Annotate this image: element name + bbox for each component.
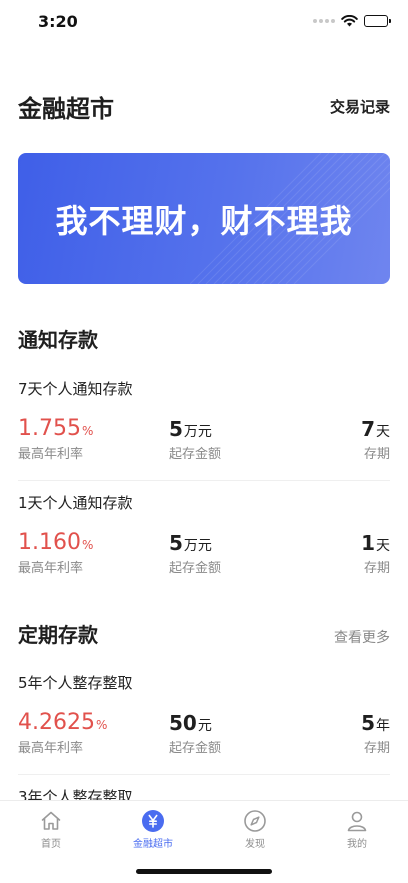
rate-unit: % (81, 538, 94, 552)
amount-value: 50 (169, 711, 197, 735)
amount-label: 起存金额 (169, 561, 222, 576)
term-metric: 5年 存期 (361, 711, 390, 756)
product-card[interactable]: 7天个人通知存款 1.755% 最高年利率 5万元 起存金额 7天 存期 (18, 378, 390, 467)
person-icon (347, 811, 367, 832)
amount-label: 起存金额 (169, 447, 222, 462)
term-unit: 天 (376, 538, 390, 554)
tab-label: 我的 (347, 839, 367, 850)
product-name: 5年个人整存整取 (18, 674, 133, 692)
rate-value: 1.755 (18, 416, 81, 441)
term-unit: 天 (376, 424, 390, 440)
product-card[interactable]: 5年个人整存整取 4.2625% 最高年利率 50元 起存金额 5年 存期 (18, 672, 390, 761)
divider (18, 774, 390, 775)
home-indicator (136, 869, 272, 874)
rate-label: 最高年利率 (18, 741, 84, 756)
rate-metric: 4.2625% 最高年利率 (18, 710, 108, 757)
rate-unit: % (95, 718, 108, 732)
product-metrics: 1.755% 最高年利率 5万元 起存金额 7天 存期 (18, 417, 390, 467)
rate-value: 4.2625 (18, 710, 95, 735)
tab-finance-market[interactable]: 金融超市 (113, 809, 193, 850)
amount-value: 5 (169, 417, 183, 441)
signal-icon (313, 19, 335, 23)
rate-unit: % (81, 424, 94, 438)
term-metric: 7天 存期 (361, 417, 390, 462)
section-title-notice-deposit: 通知存款 (18, 328, 98, 352)
banner-slogan: 我不理财，财不理我 (55, 201, 353, 240)
tab-label: 首页 (41, 839, 61, 850)
amount-unit: 元 (197, 718, 212, 734)
rate-value: 1.160 (18, 530, 81, 555)
term-label: 存期 (363, 447, 390, 462)
term-metric: 1天 存期 (361, 531, 390, 576)
amount-value: 5 (169, 531, 183, 555)
status-time: 3:20 (38, 12, 78, 31)
rate-metric: 1.160% 最高年利率 (18, 530, 94, 577)
term-value: 7 (361, 417, 375, 441)
tab-label: 金融超市 (133, 839, 173, 850)
see-more-link[interactable]: 查看更多 (334, 627, 390, 647)
term-label: 存期 (363, 741, 390, 756)
page-title: 金融超市 (18, 94, 114, 123)
status-bar: 3:20 (0, 0, 408, 46)
transaction-history-link[interactable]: 交易记录 (330, 96, 390, 117)
min-amount-metric: 5万元 起存金额 (169, 531, 221, 576)
rate-label: 最高年利率 (18, 561, 84, 576)
min-amount-metric: 50元 起存金额 (169, 711, 221, 756)
product-name: 1天个人通知存款 (18, 494, 133, 512)
home-icon (41, 811, 61, 830)
tab-label: 发现 (245, 839, 265, 850)
tab-profile[interactable]: 我的 (317, 809, 397, 850)
product-metrics: 4.2625% 最高年利率 50元 起存金额 5年 存期 (18, 711, 390, 761)
min-amount-metric: 5万元 起存金额 (169, 417, 221, 462)
tab-home[interactable]: 首页 (11, 809, 91, 850)
promo-banner[interactable]: 我不理财，财不理我 (18, 153, 390, 284)
amount-unit: 万元 (183, 538, 212, 554)
amount-label: 起存金额 (169, 741, 222, 756)
rate-label: 最高年利率 (18, 447, 84, 462)
tab-discover[interactable]: 发现 (215, 809, 295, 850)
term-value: 5 (361, 711, 375, 735)
product-name: 7天个人通知存款 (18, 380, 133, 398)
term-value: 1 (361, 531, 375, 555)
term-label: 存期 (363, 561, 390, 576)
compass-icon (244, 810, 266, 832)
product-metrics: 1.160% 最高年利率 5万元 起存金额 1天 存期 (18, 531, 390, 581)
page-header: 金融超市 交易记录 (18, 86, 390, 126)
amount-unit: 万元 (183, 424, 212, 440)
divider (18, 480, 390, 481)
wifi-icon (341, 15, 358, 27)
battery-icon (364, 15, 391, 27)
term-unit: 年 (376, 718, 390, 734)
product-card[interactable]: 1天个人通知存款 1.160% 最高年利率 5万元 起存金额 1天 存期 (18, 492, 390, 581)
status-icons (313, 15, 391, 27)
section-title-fixed-deposit: 定期存款 (18, 623, 98, 647)
rate-metric: 1.755% 最高年利率 (18, 416, 94, 463)
yuan-icon (142, 810, 164, 832)
